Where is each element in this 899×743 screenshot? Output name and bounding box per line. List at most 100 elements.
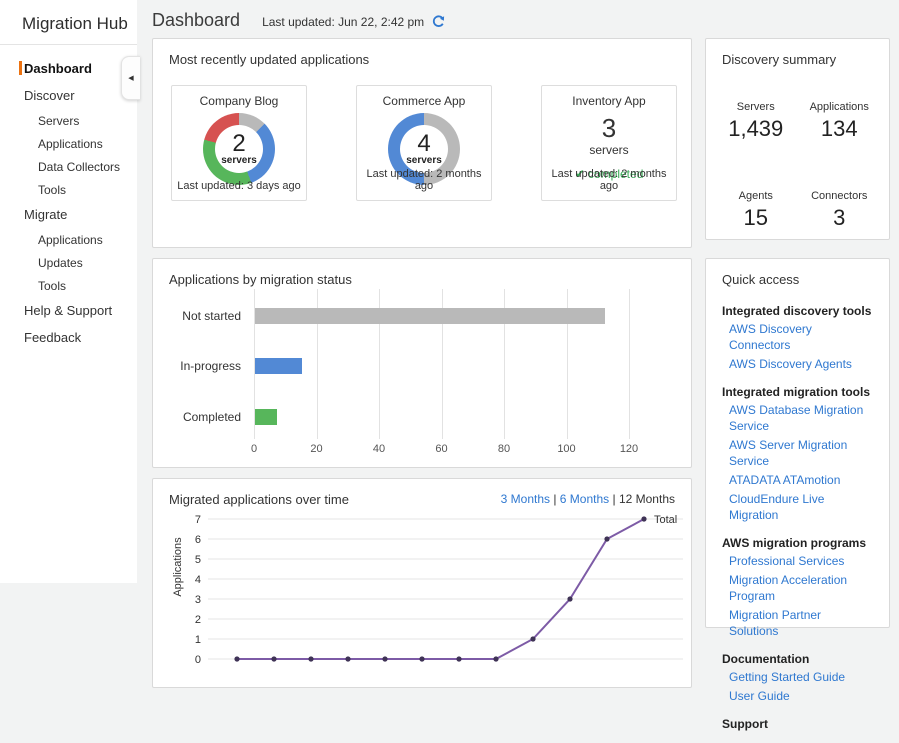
stat-value: 134 [820,116,858,141]
discovery-stats: Servers 1,439 Applications 134 Agents 15 Conne… [706,67,889,231]
stat-value: 15 [743,205,768,230]
sidebar-item-label: Applications [38,232,103,247]
sidebar-item-applications[interactable]: Applications [0,228,137,251]
qa-link-user-guide[interactable]: User Guide [729,688,873,704]
qa-link-cloudendure-live-migration[interactable]: CloudEndure Live Migration [729,491,873,523]
data-point[interactable] [604,536,610,542]
sidebar-item-feedback[interactable]: Feedback [0,324,137,351]
donut-center: 4 servers [400,125,448,173]
refresh-button[interactable] [432,15,445,33]
sidebar-item-migrate[interactable]: Migrate [0,201,137,228]
data-point[interactable] [530,636,536,642]
x-axis-tick-label: 20 [310,443,323,455]
qa-link-aws-database-migration-service[interactable]: AWS Database Migration Service [729,402,873,434]
total-series-line [237,518,645,660]
sidebar-item-label: Feedback [24,330,82,345]
sidebar-item-dashboard[interactable]: Dashboard [0,55,137,82]
stat-connectors: Connectors 3 [798,190,882,231]
qa-heading-aws-migration-programs: AWS migration programs [722,536,867,550]
sidebar-item-label: Updates [38,255,83,270]
data-point[interactable] [234,656,240,662]
period-separator: | [550,492,560,506]
stat-label: Servers [736,101,775,113]
sidebar-item-servers[interactable]: Servers [0,109,137,132]
qa-link-getting-started-guide[interactable]: Getting Started Guide [729,669,873,685]
card-last-updated: Last updated: 2 months ago [366,168,482,192]
y-axis-tick-label: 4 [195,574,201,586]
y-axis-tick-label: 1 [195,634,201,646]
data-point[interactable] [382,656,388,662]
recent-apps-panel: Most recently updated applications Compa… [152,38,692,275]
qa-link-migration-acceleration-program[interactable]: Migration Acceleration Program [729,572,873,604]
sidebar-item-tools[interactable]: Tools [0,178,137,201]
app-card-name: Company Blog [199,94,279,108]
app-title: Migration Hub [22,14,128,33]
app-card-name: Commerce App [382,94,466,108]
sidebar-item-label: Data Collectors [38,159,121,174]
chevron-left-icon: ◀ [128,75,134,82]
qa-link-atadata-atamotion[interactable]: ATADATA ATAmotion [729,472,873,488]
qa-link-migration-partner-solutions[interactable]: Migration Partner Solutions [729,607,873,639]
bar-category-label: Not started [182,309,241,323]
y-axis-tick-label: 5 [195,554,201,566]
data-point[interactable] [641,516,647,522]
sidebar-collapse-button[interactable]: ◀ [121,56,140,100]
qa-link-aws-discovery-connectors[interactable]: AWS Discovery Connectors [729,321,873,353]
sidebar-item-data-collectors[interactable]: Data Collectors [0,155,137,178]
discovery-summary-panel: Discovery summary Servers 1,439 Applicatio… [705,38,890,240]
sidebar-item-label: Migrate [24,207,68,222]
data-point[interactable] [456,656,462,662]
discovery-summary-title: Discovery summary [722,52,837,67]
qa-link-aws-discovery-agents[interactable]: AWS Discovery Agents [729,356,873,372]
server-count-unit: servers [589,143,629,157]
sidebar-item-label: Tools [38,278,67,293]
data-point[interactable] [493,656,499,662]
donut-center: 2 servers [215,125,263,173]
qa-link-professional-services[interactable]: Professional Services [729,553,873,569]
recent-apps-title: Most recently updated applications [169,52,370,67]
app-cards: Company Blog 2 servers Last updated: 3 days… [171,85,677,201]
bar-in_progress[interactable] [255,358,302,374]
sidebar-item-label: Discover [24,88,75,103]
quick-access-title: Quick access [722,272,800,287]
qa-link-aws-server-migration-service[interactable]: AWS Server Migration Service [729,437,873,469]
bar-completed[interactable] [255,409,277,425]
app-card-company-blog[interactable]: Company Blog 2 servers Last updated: 3 days… [171,85,307,201]
y-axis-tick-label: 0 [195,654,201,666]
server-count: 2 [232,129,246,157]
quick-access-panel: Quick access Integrated discovery tools A… [705,258,890,731]
line-chart: 7 6 5 4 3 2 1 0 Applications Total [172,514,683,666]
period-link-3-months[interactable]: 3 Months [501,492,550,506]
data-point[interactable] [567,596,573,602]
y-axis-label: Applications [172,537,184,597]
bar-not_started[interactable] [255,308,605,324]
x-axis-tick-label: 80 [497,443,511,455]
y-axis-tick-label: 3 [195,594,201,606]
sidebar-item-updates[interactable]: Updates [0,251,137,274]
sidebar-item-applications[interactable]: Applications [0,132,137,155]
data-point[interactable] [419,656,425,662]
sidebar-item-help-support[interactable]: Help & Support [0,297,137,324]
sidebar-item-discover[interactable]: Discover [0,82,137,109]
sidebar-item-tools[interactable]: Tools [0,274,137,297]
data-point[interactable] [271,656,277,662]
qa-heading-documentation: Documentation [722,652,810,666]
data-point[interactable] [345,656,351,662]
page-header: Dashboard Last updated: Jun 22, 2:42 pm [152,10,445,31]
app-card-commerce-app[interactable]: Commerce App 4 servers Last updated: 2 mont… [356,85,492,201]
qa-heading-integrated-discovery-tools: Integrated discovery tools [722,304,872,318]
active-indicator [19,61,22,75]
data-point[interactable] [308,656,314,662]
x-axis-tick-label: 0 [250,443,258,455]
stat-value: 1,439 [728,116,784,141]
period-link-6-months[interactable]: 6 Months [560,492,609,506]
qa-heading-support: Support [722,717,768,731]
period-link-12-months[interactable]: 12 Months [619,492,675,506]
server-count: 3 [601,113,617,143]
last-updated-text: Last updated: Jun 22, 2:42 pm [262,15,425,29]
period-selector: 3 Months | 6 Months | 12 Months [501,492,675,506]
sidebar: Migration Hub Dashboard Discover Servers Ap… [0,0,137,583]
sidebar-item-label: Applications [38,136,103,151]
app-card-inventory-app[interactable]: Inventory App 3 servers ✔ completed Last upd… [541,85,677,201]
y-axis-tick-label: 2 [195,614,201,626]
